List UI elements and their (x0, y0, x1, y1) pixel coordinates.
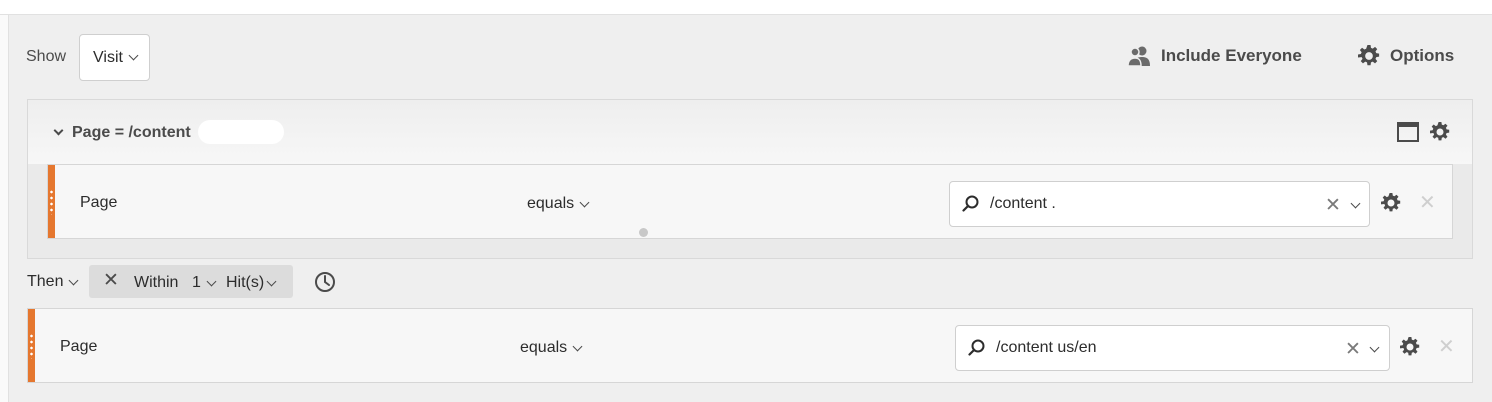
close-icon[interactable]: ✕ (1419, 190, 1436, 215)
within-unit: Hit(s) (226, 274, 265, 291)
redacted-area (198, 120, 284, 144)
segment-container: Page = /content Page equals /content . ✕ (27, 99, 1473, 259)
rule-row: Page equals /content . ✕ ✕ (47, 164, 1453, 239)
include-everyone-label: Include Everyone (1161, 46, 1302, 65)
clear-icon[interactable]: ✕ (1345, 338, 1361, 361)
value-text: /content us/en (996, 339, 1097, 356)
container-header: Page = /content (28, 100, 1472, 164)
options-button[interactable]: Options (1358, 45, 1454, 67)
gear-icon[interactable] (1430, 122, 1450, 142)
value-text: /content . (990, 195, 1056, 212)
operator-label: equals (527, 195, 575, 212)
chevron-down-icon (579, 197, 590, 207)
container-title: Page = /content (72, 124, 191, 141)
chevron-down-icon (128, 50, 139, 61)
user-group-icon (1127, 46, 1150, 67)
within-count-dropdown[interactable]: 1 (192, 274, 217, 292)
show-dropdown[interactable]: Visit (79, 34, 150, 81)
chevron-down-icon[interactable] (1369, 340, 1380, 358)
chevron-down-icon (266, 276, 277, 286)
rule-dimension: Page (60, 338, 98, 355)
gear-icon (1358, 45, 1380, 66)
close-icon[interactable]: ✕ (103, 269, 119, 292)
chevron-down-icon (206, 276, 217, 286)
within-unit-dropdown[interactable]: Hit(s) (226, 274, 277, 292)
clock-icon[interactable] (314, 271, 336, 293)
close-icon[interactable]: ✕ (1438, 334, 1455, 359)
rule-row: Page equals /content us/en ✕ ✕ (27, 308, 1473, 383)
top-strip (0, 0, 1492, 15)
search-icon (962, 195, 979, 212)
window-icon[interactable] (1397, 122, 1419, 142)
within-constraint: ✕ Within 1 Hit(s) (89, 265, 293, 298)
drag-handle[interactable] (48, 165, 55, 238)
show-label: Show (26, 48, 67, 65)
search-icon (968, 339, 985, 356)
operator-label: equals (520, 339, 568, 356)
clear-icon[interactable]: ✕ (1325, 194, 1341, 217)
then-dropdown[interactable]: Then (27, 273, 79, 291)
value-combobox[interactable]: /content . ✕ (949, 181, 1370, 227)
chevron-down-icon (69, 275, 79, 285)
container-collapse-toggle[interactable]: Page = /content (53, 124, 191, 142)
rule-dimension: Page (80, 194, 118, 211)
resize-handle[interactable] (639, 228, 648, 237)
within-count: 1 (192, 274, 201, 291)
within-label: Within (134, 274, 179, 291)
gear-icon[interactable] (1400, 337, 1420, 357)
options-label: Options (1390, 46, 1455, 65)
show-dropdown-value: Visit (93, 48, 123, 66)
then-label: Then (27, 273, 64, 290)
chevron-down-icon[interactable] (1350, 196, 1361, 214)
value-combobox[interactable]: /content us/en ✕ (955, 325, 1390, 371)
chevron-down-icon (53, 125, 64, 135)
operator-dropdown[interactable]: equals (520, 339, 583, 357)
operator-dropdown[interactable]: equals (527, 195, 590, 213)
drag-handle[interactable] (28, 309, 35, 382)
gear-icon[interactable] (1381, 193, 1401, 213)
include-everyone-button[interactable]: Include Everyone (1127, 45, 1302, 67)
chevron-down-icon (572, 341, 583, 351)
